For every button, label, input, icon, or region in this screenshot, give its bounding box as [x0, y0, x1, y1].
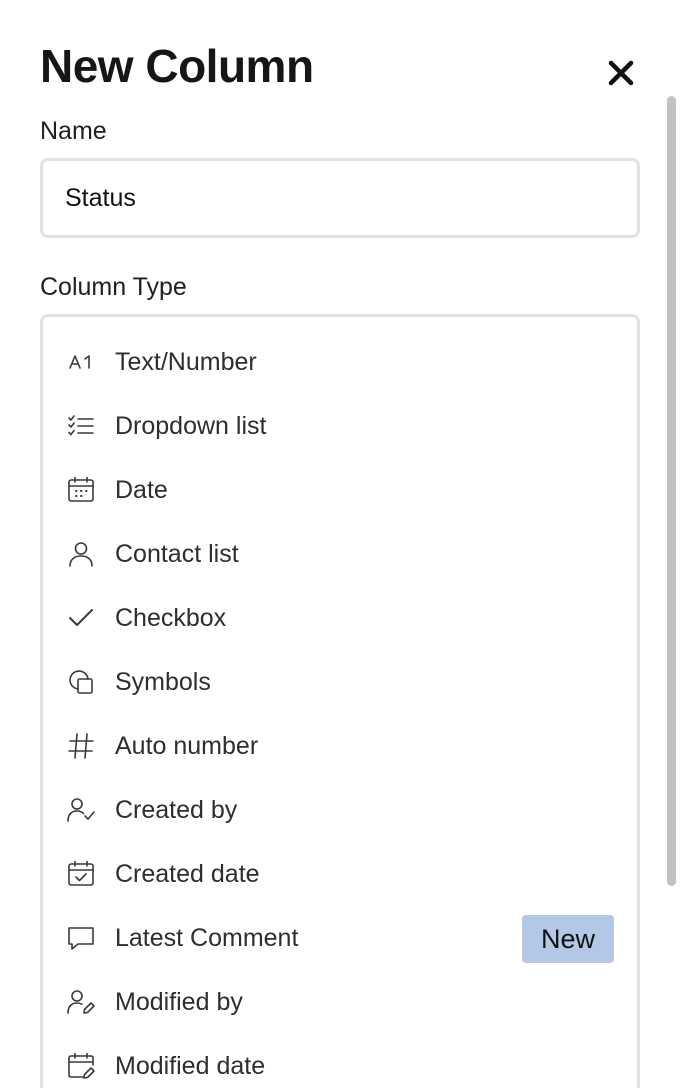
option-label: Modified by — [115, 988, 243, 1016]
dialog-title: New Column — [40, 40, 314, 92]
column-type-option-modified-date[interactable]: Modified date — [43, 1034, 637, 1088]
column-type-option-dropdown-list[interactable]: Dropdown list — [43, 394, 637, 458]
column-type-option-date[interactable]: Date — [43, 458, 637, 522]
option-label: Date — [115, 476, 168, 504]
column-type-label: Column Type — [40, 273, 187, 301]
scrollbar-thumb[interactable] — [667, 96, 676, 886]
close-icon — [608, 60, 634, 86]
name-input[interactable] — [40, 158, 640, 238]
option-label: Text/Number — [115, 348, 257, 376]
close-button[interactable] — [600, 52, 642, 94]
hash-icon — [65, 730, 97, 762]
option-label: Checkbox — [115, 604, 227, 632]
dropdown-list-icon — [65, 410, 97, 442]
column-type-option-auto-number[interactable]: Auto number — [43, 714, 637, 778]
option-label: Modified date — [115, 1052, 266, 1080]
column-type-option-modified-by[interactable]: Modified by — [43, 970, 637, 1034]
column-type-option-created-by[interactable]: Created by — [43, 778, 637, 842]
option-label: Created by — [115, 796, 238, 824]
column-type-option-created-date[interactable]: Created date — [43, 842, 637, 906]
new-badge: New — [522, 915, 614, 963]
comment-icon — [65, 922, 97, 954]
new-column-dialog: New Column Name Column Type Text/Number … — [0, 0, 696, 1088]
column-type-list: Text/Number Dropdown list Date Contact l… — [40, 314, 640, 1088]
option-label: Latest Comment — [115, 924, 299, 952]
column-type-option-text-number[interactable]: Text/Number — [43, 330, 637, 394]
calendar-icon — [65, 474, 97, 506]
option-label: Contact list — [115, 540, 239, 568]
option-label: Auto number — [115, 732, 259, 760]
symbols-icon — [65, 666, 97, 698]
option-label: Symbols — [115, 668, 211, 696]
column-type-option-symbols[interactable]: Symbols — [43, 650, 637, 714]
person-icon — [65, 538, 97, 570]
checkmark-icon — [65, 602, 97, 634]
column-type-option-latest-comment[interactable]: Latest Comment New — [43, 906, 637, 970]
option-label: Created date — [115, 860, 260, 888]
column-type-option-contact-list[interactable]: Contact list — [43, 522, 637, 586]
person-check-icon — [65, 794, 97, 826]
option-label: Dropdown list — [115, 412, 267, 440]
name-label: Name — [40, 117, 107, 145]
person-edit-icon — [65, 986, 97, 1018]
text-number-icon — [65, 346, 97, 378]
column-type-option-checkbox[interactable]: Checkbox — [43, 586, 637, 650]
calendar-check-icon — [65, 858, 97, 890]
calendar-edit-icon — [65, 1050, 97, 1082]
